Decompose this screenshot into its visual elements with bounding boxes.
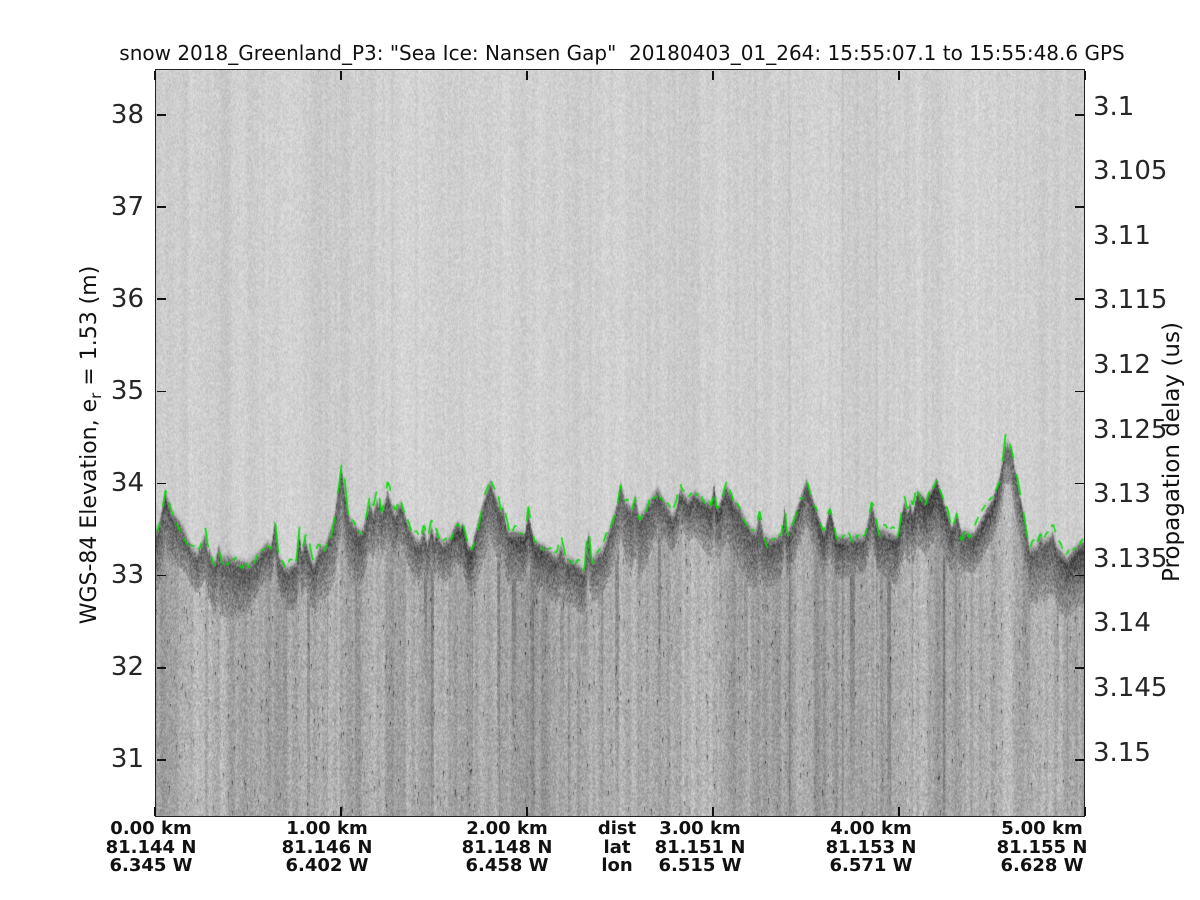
distance-label: 5.00 km bbox=[1001, 818, 1083, 839]
y-tick-label-delay: 3.11 bbox=[1093, 220, 1151, 251]
x-axis-row-headers: dist lat lon bbox=[547, 818, 687, 877]
x-tick-label-group: 1.00 km 81.146 N 6.402 W bbox=[257, 818, 397, 877]
longitude-label: 6.402 W bbox=[285, 855, 369, 877]
y-tick-label-delay: 3.125 bbox=[1093, 414, 1168, 445]
y-tick-label-delay: 3.145 bbox=[1093, 672, 1168, 703]
y-tick-label-delay: 3.1 bbox=[1093, 91, 1135, 122]
y-tick-label-delay: 3.14 bbox=[1093, 608, 1151, 639]
y-tick-label-delay: 3.15 bbox=[1093, 737, 1151, 768]
echogram-figure: snow 2018_Greenland_P3: "Sea Ice: Nansen… bbox=[0, 0, 1200, 900]
y-axis-label-right: Propagation delay (us) bbox=[1159, 322, 1185, 582]
y-tick-label-delay: 3.115 bbox=[1093, 285, 1168, 316]
x-tick-label-group: 4.00 km 81.153 N 6.571 W bbox=[801, 818, 941, 877]
distance-label: 0.00 km bbox=[110, 818, 192, 839]
ylabel-left-post: = 1.53 (m) bbox=[76, 265, 102, 393]
longitude-label: 6.571 W bbox=[829, 855, 913, 877]
y-tick-label-elevation: 38 bbox=[110, 99, 144, 130]
y-tick-label-delay: 3.135 bbox=[1093, 543, 1168, 574]
y-tick-label-elevation: 31 bbox=[110, 744, 144, 775]
x-tick-label-group: 5.00 km 81.155 N 6.628 W bbox=[972, 818, 1112, 877]
distance-label: 1.00 km bbox=[286, 818, 368, 839]
x-tick-label-group: 0.00 km 81.144 N 6.345 W bbox=[81, 818, 221, 877]
longitude-label: 6.628 W bbox=[1000, 855, 1084, 877]
y-tick-label-elevation: 33 bbox=[110, 560, 144, 591]
row-header-dist: dist bbox=[597, 818, 637, 839]
y-tick-label-elevation: 32 bbox=[110, 652, 144, 683]
y-tick-label-elevation: 37 bbox=[110, 191, 144, 222]
y-tick-label-elevation: 34 bbox=[110, 468, 144, 499]
y-tick-label-elevation: 35 bbox=[110, 375, 144, 406]
row-header-lon: lon bbox=[601, 855, 633, 877]
distance-label: 4.00 km bbox=[830, 818, 912, 839]
ylabel-left-pre: WGS-84 Elevation, e bbox=[76, 398, 102, 625]
y-tick-label-delay: 3.12 bbox=[1093, 349, 1151, 380]
y-tick-label-elevation: 36 bbox=[110, 283, 144, 314]
plot-title: snow 2018_Greenland_P3: "Sea Ice: Nansen… bbox=[119, 41, 1125, 65]
y-tick-label-delay: 3.105 bbox=[1093, 156, 1168, 187]
longitude-label: 6.345 W bbox=[109, 855, 193, 877]
y-tick-label-delay: 3.13 bbox=[1093, 479, 1151, 510]
echogram-image bbox=[155, 69, 1085, 817]
